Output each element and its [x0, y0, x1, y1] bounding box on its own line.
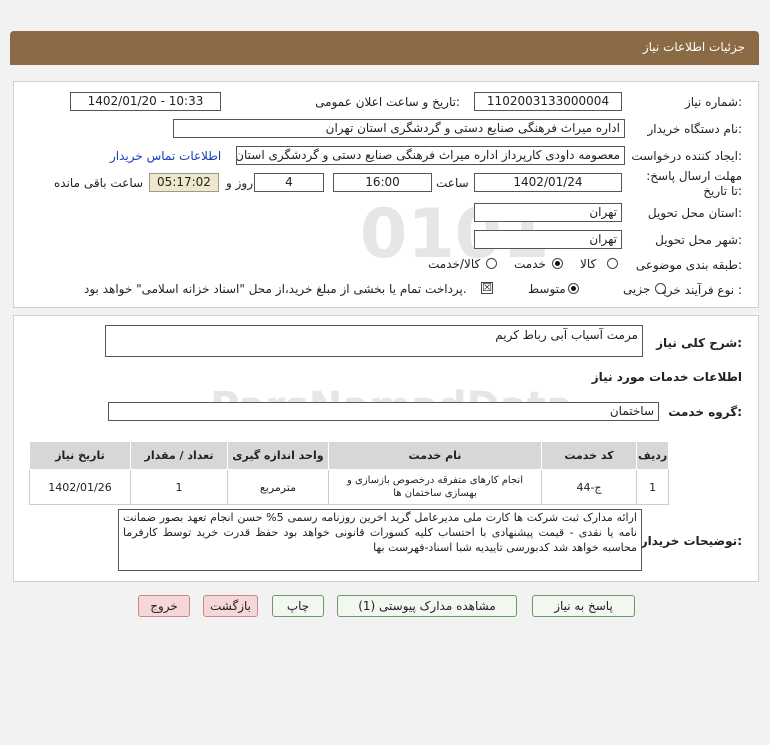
col-date-header: تاریخ نیاز — [29, 441, 131, 470]
buyer-notes-field: ارائه مدارک ثبت شرکت ها کارت ملی مدیرعام… — [118, 509, 642, 571]
buyer-notes-label: توضیحات خریدار: — [640, 534, 742, 548]
category-service-label: خدمت — [514, 257, 546, 271]
page-title: جزئیات اطلاعات نیاز — [642, 40, 745, 54]
cell-unit: مترمربع — [227, 469, 329, 505]
need-number-label: شماره نیاز: — [684, 95, 742, 109]
category-goods-service-radio[interactable] — [486, 258, 497, 269]
deadline-label: مهلت ارسال پاسخ: تا تاریخ: — [646, 169, 742, 198]
category-goods-radio[interactable] — [607, 258, 618, 269]
category-goods-label: کالا — [580, 257, 597, 271]
cell-code: ج-44 — [541, 469, 637, 505]
deadline-time-label: ساعت — [436, 176, 469, 190]
category-label: طبقه بندی موضوعی: — [635, 258, 742, 272]
service-group-field: ساختمان — [108, 402, 659, 421]
cell-qty: 1 — [130, 469, 228, 505]
col-code-header: کد خدمت — [541, 441, 637, 470]
remaining-time-field: 05:17:02 — [149, 173, 219, 192]
process-medium-label: متوسط — [528, 282, 566, 296]
process-medium-radio[interactable] — [568, 283, 579, 294]
treasury-payment-checkbox[interactable]: ☒ — [481, 282, 493, 294]
reply-button[interactable]: پاسخ به نیاز — [532, 595, 635, 617]
need-number-field: 1102003133000004 — [474, 92, 622, 111]
requester-label: ایجاد کننده درخواست: — [631, 149, 742, 163]
process-type-label: نوع فرآیند خرید : — [657, 283, 742, 297]
table-row: 1 ج-44 انجام کارهای متفرقه درخصوص بازساز… — [29, 469, 670, 505]
category-goods-service-label: کالا/خدمت — [428, 257, 481, 271]
buyer-org-field: اداره میراث فرهنگی صنایع دستی و گردشگری … — [173, 119, 625, 138]
announce-date-field: 1402/01/20 - 10:33 — [70, 92, 221, 111]
delivery-province-label: استان محل تحویل: — [647, 206, 742, 220]
delivery-city-field: تهران — [474, 230, 622, 249]
exit-button[interactable]: خروج — [138, 595, 190, 617]
days-label: روز و — [226, 176, 253, 190]
services-table: ردیف کد خدمت نام خدمت واحد اندازه گیری ت… — [29, 441, 670, 505]
deadline-date-field: 1402/01/24 — [474, 173, 622, 192]
description-field: مرمت آسیاب آبی رباط کریم — [105, 325, 643, 357]
table-header-row: ردیف کد خدمت نام خدمت واحد اندازه گیری ت… — [29, 441, 670, 470]
cell-row: 1 — [635, 469, 670, 505]
process-minor-label: جزیی — [623, 282, 651, 296]
process-minor-radio[interactable] — [655, 283, 666, 294]
buyer-org-label: نام دستگاه خریدار: — [647, 122, 743, 136]
delivery-province-field: تهران — [474, 203, 622, 222]
col-unit-header: واحد اندازه گیری — [227, 441, 329, 470]
col-name-header: نام خدمت — [328, 441, 542, 470]
service-group-label: گروه خدمت: — [668, 405, 742, 419]
deadline-time-field: 16:00 — [333, 173, 432, 192]
days-field: 4 — [254, 173, 324, 192]
treasury-payment-note: پرداخت تمام یا بخشی از مبلغ خرید،از محل … — [84, 282, 467, 296]
services-section-title: اطلاعات خدمات مورد نیاز — [591, 370, 742, 384]
cell-date: 1402/01/26 — [29, 469, 131, 505]
page-header: جزئیات اطلاعات نیاز — [10, 31, 759, 65]
print-button[interactable]: چاپ — [272, 595, 324, 617]
category-service-radio[interactable] — [552, 258, 563, 269]
col-qty-header: تعداد / مقدار — [130, 441, 228, 470]
col-row-header: ردیف — [635, 441, 670, 470]
description-label: شرح کلی نیاز: — [656, 336, 742, 350]
announce-date-label: تاریخ و ساعت اعلان عمومی: — [315, 95, 460, 109]
view-attachments-button[interactable]: مشاهده مدارک پیوستی (1) — [337, 595, 517, 617]
cell-name: انجام کارهای متفرقه درخصوص بازسازی و بهس… — [328, 469, 542, 505]
delivery-city-label: شهر محل تحویل: — [655, 233, 742, 247]
back-button[interactable]: بازگشت — [203, 595, 258, 617]
buyer-contact-link[interactable]: اطلاعات تماس خریدار — [110, 149, 221, 163]
requester-field: معصومه داودی کارپرداز اداره میراث فرهنگی… — [236, 146, 625, 165]
remaining-time-label: ساعت باقی مانده — [54, 176, 144, 190]
